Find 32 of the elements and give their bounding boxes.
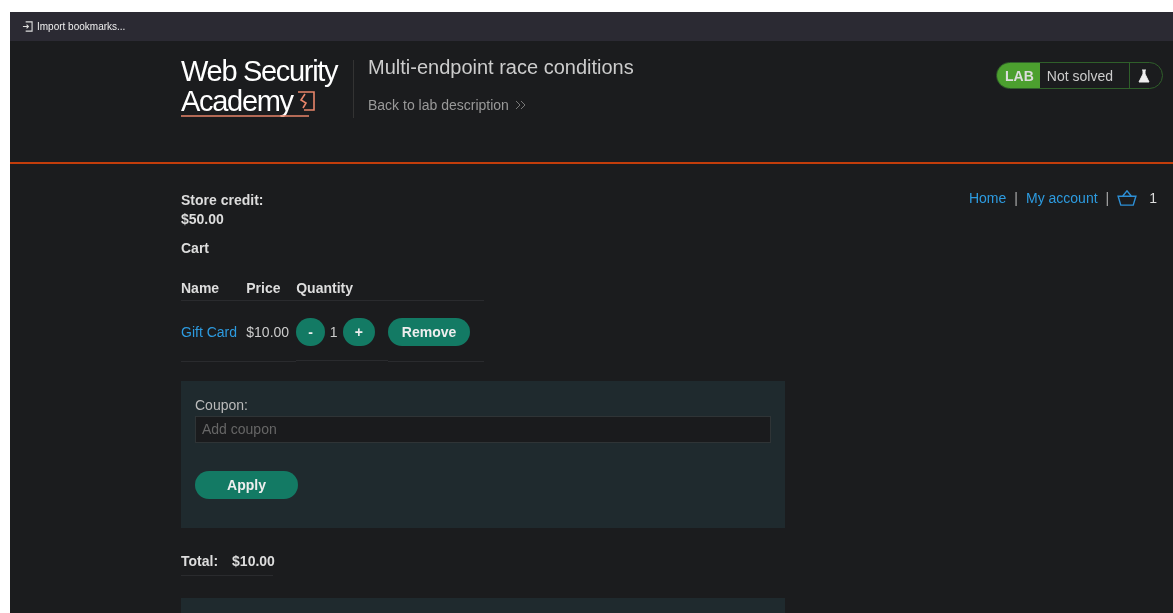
decrement-button[interactable]: -: [296, 318, 325, 346]
coupon-label: Coupon:: [195, 396, 248, 413]
quantity-value: 1: [329, 324, 338, 340]
product-link[interactable]: Gift Card: [181, 324, 237, 341]
column-header: Name: [181, 274, 247, 301]
double-chevron-icon: [514, 100, 527, 110]
price-cell: $10.00: [246, 324, 290, 341]
apply-button[interactable]: Apply: [195, 470, 298, 499]
lab-status: Not solved: [1039, 63, 1130, 88]
column-header: Quantity: [296, 274, 388, 301]
basket-icon[interactable]: [1117, 190, 1138, 206]
lab-tag: LAB: [997, 63, 1040, 88]
column-header: Price: [246, 274, 297, 301]
cart-heading: Cart: [181, 239, 209, 258]
total-amount: $10.00: [232, 551, 275, 571]
nav-link[interactable]: Home: [968, 190, 1007, 206]
bookmark-button[interactable]: Import bookmarks...: [20, 19, 128, 34]
flask-icon: [1138, 68, 1150, 83]
nav-link[interactable]: My account: [1025, 190, 1098, 206]
cart-count: 1: [1149, 190, 1157, 206]
back-link[interactable]: Back to lab description: [368, 97, 634, 113]
remove-button[interactable]: Remove: [387, 318, 471, 347]
store-credit-label: Store credit:: [181, 191, 264, 210]
lab-title: Multi-endpoint race conditions: [368, 56, 634, 79]
academy-logo[interactable]: Web Security Academy: [181, 56, 353, 118]
coupon-input[interactable]: Add coupon: [195, 415, 771, 443]
increment-button[interactable]: +: [342, 318, 375, 346]
nav-separator: |: [1014, 190, 1018, 206]
total-label: Total:: [181, 551, 219, 571]
import-icon: [22, 21, 33, 32]
store-credit-amount: $50.00: [181, 210, 224, 229]
nav-separator: |: [1105, 190, 1110, 206]
